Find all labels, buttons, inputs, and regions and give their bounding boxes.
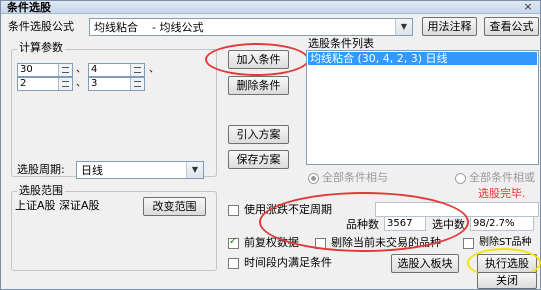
hits-field: 98/2.7%: [470, 216, 534, 231]
stock-screener-dialog: 条件选股 × 条件选股公式 均线粘合 - 均线公式 ▼ 用法注释 查看公式 计算…: [0, 0, 541, 290]
save-scheme-button[interactable]: 保存方案: [228, 150, 289, 169]
conditions-title: 选股条件列表: [308, 37, 374, 50]
period-label: 选股周期:: [17, 163, 65, 176]
all-and-label: 全部条件相与: [322, 171, 388, 184]
param-3-value: 2: [20, 78, 27, 89]
chevron-down-icon[interactable]: ▼: [186, 162, 203, 178]
title-bar: 条件选股 ×: [1, 1, 540, 14]
delete-condition-button[interactable]: 删除条件: [228, 76, 289, 95]
formula-label: 条件选股公式: [8, 20, 74, 33]
conditions-list[interactable]: 均线粘合 (30, 4, 2, 3) 日线: [306, 50, 539, 165]
period-value: 日线: [81, 164, 103, 177]
highlight-ring-stats: [259, 192, 469, 252]
to-sector-button[interactable]: 选股入板块: [391, 254, 459, 273]
spin-arrows-icon[interactable]: [130, 64, 144, 76]
all-or-radio[interactable]: [455, 173, 466, 184]
params-title: 计算参数: [17, 41, 65, 54]
all-or-label: 全部条件相或: [469, 171, 535, 184]
close-button[interactable]: 关闭: [477, 272, 537, 289]
param-2-value: 4: [91, 64, 98, 75]
condition-item[interactable]: 均线粘合 (30, 4, 2, 3) 日线: [308, 52, 537, 65]
param-3-input[interactable]: 2: [17, 77, 73, 91]
status-message: 选股完毕.: [478, 187, 526, 200]
period-select[interactable]: 日线 ▼: [76, 161, 204, 179]
window-title: 条件选股: [7, 1, 51, 14]
param-4-value: 3: [91, 78, 98, 89]
exclude-st-checkbox[interactable]: [463, 238, 474, 249]
param-separator: 、: [76, 78, 86, 89]
param-separator: 、: [76, 64, 86, 75]
formula-value: 均线粘合 - 均线公式: [94, 21, 204, 34]
close-icon[interactable]: ×: [520, 1, 536, 13]
spin-arrows-icon[interactable]: [58, 78, 72, 90]
param-separator: 、: [149, 64, 159, 75]
import-scheme-button[interactable]: 引入方案: [228, 125, 289, 144]
chevron-down-icon[interactable]: ▼: [395, 19, 412, 35]
highlight-ring-add: [205, 43, 309, 76]
all-and-radio[interactable]: [308, 173, 319, 184]
range-title: 选股范围: [17, 184, 65, 197]
range-value: 上证A股 深证A股: [15, 199, 100, 212]
view-formula-button[interactable]: 查看公式: [484, 17, 539, 36]
prev-rights-checkbox[interactable]: [228, 236, 239, 249]
time-range-label: 时间段内满足条件: [244, 256, 332, 269]
param-1-input[interactable]: 30: [17, 63, 73, 77]
usage-notes-button[interactable]: 用法注释: [422, 17, 477, 36]
param-1-value: 30: [20, 64, 33, 75]
variable-period-checkbox[interactable]: [228, 205, 239, 216]
time-range-checkbox[interactable]: [228, 258, 239, 269]
spin-arrows-icon[interactable]: [58, 64, 72, 76]
formula-select[interactable]: 均线粘合 - 均线公式 ▼: [89, 18, 413, 36]
param-2-input[interactable]: 4: [88, 63, 145, 77]
spin-arrows-icon[interactable]: [130, 78, 144, 90]
hits-value: 98/2.7%: [473, 218, 515, 229]
change-range-button[interactable]: 改变范围: [143, 197, 206, 216]
param-4-input[interactable]: 3: [88, 77, 145, 91]
